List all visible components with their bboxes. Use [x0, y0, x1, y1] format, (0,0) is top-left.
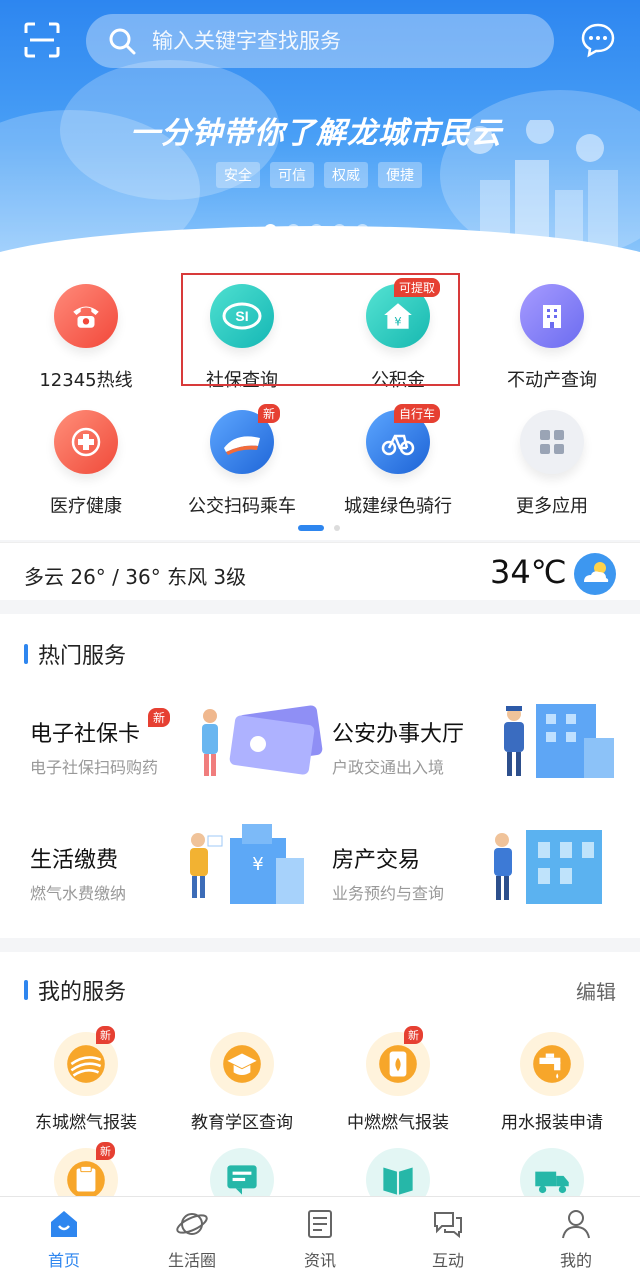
grid-icon: [520, 410, 584, 474]
my-app-label: 用水报装申请: [501, 1113, 603, 1133]
social-card-illustration: [202, 705, 323, 776]
tab-life-circle[interactable]: 生活圈: [128, 1197, 256, 1279]
banner-tag: 可信: [270, 162, 314, 188]
tab-mine[interactable]: 我的: [512, 1197, 640, 1279]
bottom-tab-bar: 首页 生活圈 资讯 互动 我的: [0, 1196, 640, 1279]
banner-tag: 权威: [324, 162, 368, 188]
tab-label: 互动: [431, 1251, 464, 1270]
badge: 自行车: [394, 404, 441, 423]
pager-dot: [310, 224, 323, 237]
chat-bubbles-icon: [434, 1212, 462, 1239]
app-medical[interactable]: 医疗健康: [6, 410, 166, 518]
tab-home[interactable]: 首页: [0, 1197, 128, 1279]
card-title: 房产交易: [332, 848, 421, 873]
utility-illustration: ¥: [190, 824, 304, 904]
app-more[interactable]: 更多应用: [472, 410, 632, 518]
medical-cross-icon: [54, 410, 118, 474]
card-subtitle: 户政交通出入境: [332, 758, 445, 777]
banner-pager: [264, 224, 369, 237]
card-subtitle: 电子社保扫码购药: [30, 758, 159, 777]
my-app-label: 东城燃气报装: [35, 1113, 137, 1133]
news-icon: [308, 1210, 332, 1238]
banner-tag: 安全: [216, 162, 260, 188]
card-title: 公安办事大厅: [332, 722, 465, 747]
my-app-zhongran-gas[interactable]: 新 中燃燃气报装: [318, 1026, 478, 1133]
app-label: 12345热线: [39, 370, 133, 391]
scan-icon[interactable]: [24, 22, 60, 58]
section-title: 热门服务: [24, 638, 126, 670]
pager-dot: [333, 224, 346, 237]
phone-icon: [54, 284, 118, 348]
pager-dot: [287, 224, 300, 237]
badge: 新: [404, 1026, 423, 1044]
app-green-bike[interactable]: 自行车 城建绿色骑行: [318, 404, 478, 518]
user-icon: [562, 1210, 590, 1239]
building-icon: [520, 284, 584, 348]
search-bar[interactable]: [86, 14, 554, 68]
app-real-estate[interactable]: 不动产查询: [472, 284, 632, 392]
my-app-school-district[interactable]: 教育学区查询: [162, 1032, 322, 1133]
tab-label: 首页: [47, 1251, 80, 1270]
weather-temp: 34℃: [490, 553, 567, 591]
edit-link[interactable]: 编辑: [576, 976, 616, 1005]
card-subtitle: 燃气水费缴纳: [30, 884, 127, 903]
police-hall-illustration: [504, 704, 614, 778]
card-title: 生活缴费: [30, 848, 119, 873]
banner-tags: 安全 可信 权威 便捷: [216, 162, 422, 188]
weather-desc: 多云 26° / 36° 东风 3级: [24, 565, 247, 589]
tab-label: 我的: [559, 1251, 592, 1270]
tab-news[interactable]: 资讯: [256, 1197, 384, 1279]
top-banner[interactable]: 一分钟带你了解龙城市民云 安全 可信 权威 便捷: [0, 0, 640, 258]
grid-pager-dot: [334, 525, 340, 531]
hot-card-social-card[interactable]: 电子社保卡 新 电子社保扫码购药: [30, 702, 330, 812]
graduation-cap-icon: [210, 1032, 274, 1096]
tab-label: 资讯: [303, 1251, 336, 1270]
badge: 新: [96, 1026, 115, 1044]
pager-dot: [356, 224, 369, 237]
home-icon: [51, 1211, 77, 1237]
hot-card-property-trade[interactable]: 房产交易 业务预约与查询: [332, 828, 632, 938]
pager-dot: [264, 224, 277, 237]
cloudy-icon: [574, 553, 616, 595]
badge: 新: [258, 404, 281, 423]
my-app-water[interactable]: 用水报装申请: [472, 1032, 632, 1133]
property-illustration: [494, 830, 602, 904]
my-app-label: 中燃燃气报装: [347, 1113, 449, 1133]
app-label: 更多应用: [516, 496, 588, 517]
app-hotline[interactable]: 12345热线: [6, 284, 166, 392]
app-label: 不动产查询: [507, 370, 597, 391]
app-label: 城建绿色骑行: [344, 496, 452, 517]
hot-card-utility-payment[interactable]: 生活缴费 燃气水费缴纳 ¥: [30, 824, 330, 938]
section-title: 我的服务: [24, 974, 126, 1006]
hot-card-police-hall[interactable]: 公安办事大厅 户政交通出入境: [332, 702, 632, 812]
my-services-section: 我的服务 编辑 新 东城燃气报装 教育学区查询 新 中燃燃气报装 用水报装申请 …: [0, 952, 640, 1212]
search-icon: [109, 28, 136, 55]
my-app-label: 教育学区查询: [191, 1113, 293, 1133]
message-icon[interactable]: [580, 22, 616, 58]
tab-interact[interactable]: 互动: [384, 1197, 512, 1279]
app-bus-scan[interactable]: 新 公交扫码乘车: [162, 404, 322, 518]
card-subtitle: 业务预约与查询: [332, 884, 445, 903]
grid-pager-active: [298, 525, 324, 531]
banner-tag: 便捷: [378, 162, 422, 188]
badge: 新: [96, 1142, 115, 1160]
app-label: 医疗健康: [50, 496, 122, 517]
water-tap-icon: [520, 1032, 584, 1096]
app-label: 公交扫码乘车: [188, 496, 296, 517]
hot-services-section: 热门服务 电子社保卡 新 电子社保扫码购药 公安办事大厅 户政交通出入境 生活缴…: [0, 614, 640, 938]
tab-label: 生活圈: [167, 1251, 216, 1270]
svg-text:¥: ¥: [252, 854, 263, 875]
weather-bar[interactable]: 多云 26° / 36° 东风 3级 34℃: [0, 542, 640, 600]
card-title: 电子社保卡: [30, 722, 141, 747]
badge: 新: [148, 708, 171, 727]
my-app-dongcheng-gas[interactable]: 新 东城燃气报装: [6, 1026, 166, 1133]
highlight-box: [181, 273, 460, 386]
search-input[interactable]: [152, 29, 512, 53]
planet-icon: [176, 1213, 208, 1235]
